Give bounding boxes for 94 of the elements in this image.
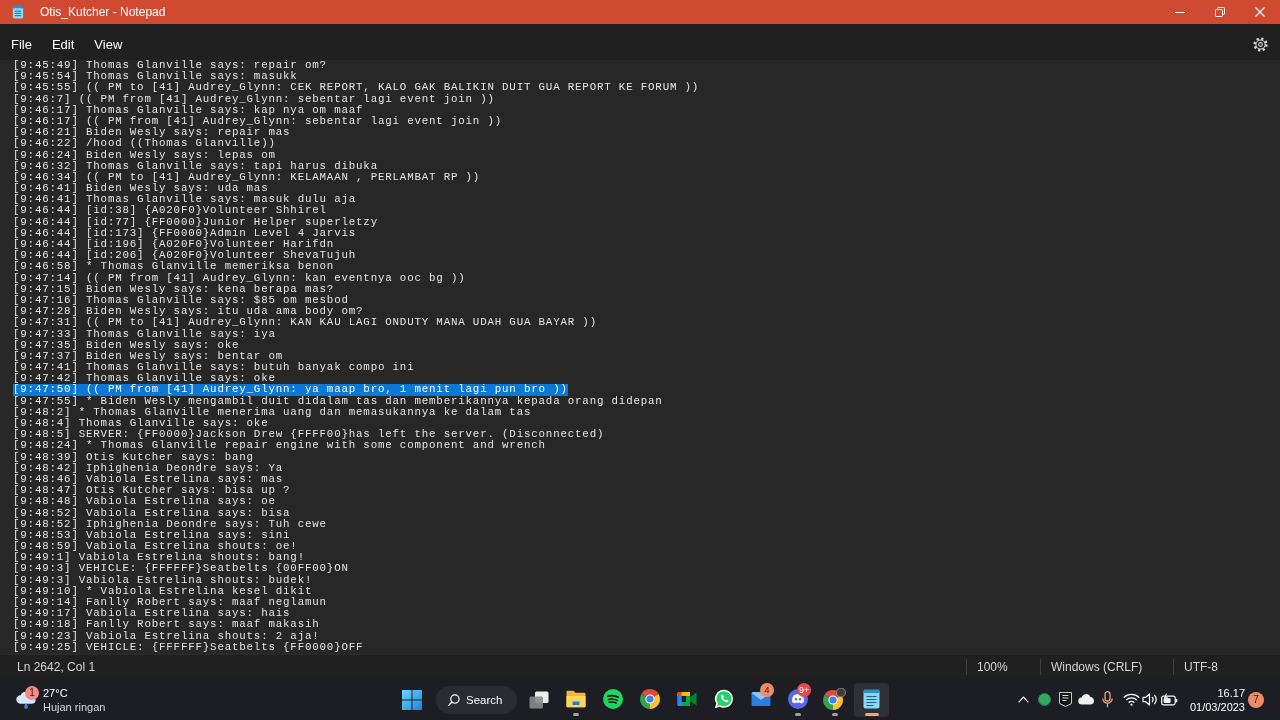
four-squares-icon	[402, 689, 422, 710]
text-line: [9:46:44] [id:206] {A020F0}Volunteer ShevaTujuh	[13, 250, 357, 262]
close-icon	[1255, 7, 1265, 17]
text-line: [9:46:44] [id:38] {A020F0}Volunteer Shhirel	[13, 205, 327, 217]
text-line: [9:47:14] (( PM from [41] Audrey_Glynn: kan eventnya ooc bg ))	[13, 272, 466, 284]
notepad-icon	[12, 5, 24, 19]
text-line: [9:49:3] Vabiola Estrelina shouts: budek!	[13, 574, 313, 586]
text-line: [9:46:44] [id:196] {A020F0}Volunteer Harifdn	[13, 239, 335, 251]
text-line: [9:47:33] Thomas Glanville says: iya	[13, 328, 276, 340]
search-button[interactable]: Search	[436, 685, 517, 714]
text-line: [9:48:5] SERVER: {FF0000}Jackson Drew {FFFF00}has left the server. (Disconnected)	[13, 429, 605, 441]
status-dot-icon[interactable]	[1038, 693, 1051, 706]
text-line: [9:46:17] Thomas Glanville says: kap nya om maaf	[13, 104, 364, 116]
text-line: [9:47:42] Thomas Glanville says: oke	[13, 373, 276, 385]
text-line: [9:46:44] [id:173] {FF0000}Admin Level 4 Jarvis	[13, 227, 357, 239]
text-line: [9:49:18] Fanlly Robert says: maaf makasih	[13, 619, 320, 631]
taskbar-app-button[interactable]: 4	[743, 682, 778, 717]
text-line: [9:48:4] Thomas Glanville says: oke	[13, 418, 269, 430]
text-line: [9:49:14] Fanlly Robert says: maaf neglamun	[13, 597, 327, 609]
text-line: [9:48:48] Vabiola Estrelina says: oe	[13, 496, 276, 508]
segmented-circle-avatar-icon	[823, 687, 846, 710]
battery-icon	[1160, 693, 1178, 706]
line-ending: Windows (CRLF)	[1051, 660, 1143, 674]
text-line: [9:48:2] * Thomas Glanville menerima uang dan memasukannya ke dalam tas	[13, 406, 532, 418]
notification-badge[interactable]: 7	[1248, 691, 1264, 708]
notepad-icon	[863, 688, 880, 709]
circle-arcs-icon	[602, 688, 623, 709]
text-line: [9:47:31] (( PM to [41] Audrey_Glynn: KAN KAU LAGI ONDUTY MANA UDAH GUA BAYAR ))	[13, 317, 597, 329]
wifi-icon	[1123, 693, 1141, 706]
text-line: [9:47:16] Thomas Glanville says: $85 om mesbod	[13, 294, 349, 307]
window-title: Otis_Kutcher - Notepad	[40, 5, 166, 19]
text-line: [9:48:52] Vabiola Estrelina says: bisa	[13, 507, 291, 519]
text-line: [9:49:23] Vabiola Estrelina shouts: 2 aja!	[13, 630, 320, 642]
text-line: [9:46:22] /hood ((Thomas Glanville))	[13, 138, 276, 150]
settings-icon	[1253, 36, 1268, 52]
text-line: [9:46:17] (( PM from [41] Audrey_Glynn: sebentar lagi event join ))	[13, 115, 503, 128]
text-line: [9:46:7] (( PM from [41] Audrey_Glynn: sebentar lagi event join ))	[13, 93, 495, 105]
segmented-circle-icon	[639, 688, 660, 709]
text-line: [9:49:25] VEHICLE: {FFFFFF}Seatbelts {FF0000}OFF	[13, 641, 364, 653]
taskbar-app-button[interactable]	[854, 682, 889, 717]
cloud-icon[interactable]	[1078, 694, 1095, 705]
menu-item[interactable]: Edit	[41, 32, 85, 56]
text-line: [9:49:3] VEHICLE: {FFFFFF}Seatbelts {00FF00}ON	[13, 563, 349, 575]
text-line: [9:47:37] Biden Wesly says: bentar om	[13, 350, 284, 363]
microphone-icon[interactable]	[1102, 691, 1113, 708]
text-line: [9:48:59] Vabiola Estrelina shouts: oe!	[13, 541, 298, 553]
zoom-level: 100%	[977, 660, 1008, 674]
folder-icon	[565, 689, 586, 708]
text-line: [9:46:24] Biden Wesly says: lepas om	[13, 149, 276, 161]
text-line: [9:47:35] Biden Wesly says: oke	[13, 339, 240, 351]
menu-item[interactable]: View	[84, 32, 133, 56]
overlapping-windows-icon	[529, 690, 549, 709]
text-line: [9:48:53] Vabiola Estrelina says: sini	[13, 529, 291, 542]
weather-widget[interactable]: 1 27°C Hujan ringan	[14, 685, 106, 714]
text-line: [9:46:21] Biden Wesly says: repair mas	[13, 127, 291, 139]
text-line: [9:45:49] Thomas Glanville says: repair om?	[13, 60, 327, 72]
search-icon	[448, 693, 460, 706]
text-line: [9:47:41] Thomas Glanville says: butuh banyak compo ini	[13, 362, 415, 374]
count-badge: 4	[760, 682, 774, 697]
shield-icon[interactable]	[1059, 692, 1072, 707]
text-line: [9:46:34] (( PM to [41] Audrey_Glynn: KELAMAAN , PERLAMBAT RP ))	[13, 171, 481, 184]
text-line: [9:48:46] Vabiola Estrelina says: mas	[13, 473, 284, 486]
text-encoding: UTF-8	[1184, 660, 1218, 674]
video-camera-icon	[676, 690, 697, 707]
menu-item[interactable]: File	[1, 32, 42, 56]
count-badge: 9+	[797, 682, 812, 697]
text-line: [9:45:55] (( PM to [41] Audrey_Glynn: CEK REPORT, KALO GAK BALIKIN DUIT GUA REPORT KE FORUM ))	[13, 82, 700, 94]
settings-button[interactable]	[1251, 34, 1270, 54]
text-line: [9:48:47] Otis Kutcher says: bisa up ?	[13, 485, 291, 497]
notification-badge: 1	[25, 685, 39, 700]
text-line: [9:48:52] Iphighenia Deondre says: Tuh cewe	[13, 518, 327, 530]
text-line: [9:46:44] [id:77] {FF0000}Junior Helper superletzy	[13, 216, 378, 228]
clock-button[interactable]: 16.17 01/03/2023	[1185, 685, 1245, 714]
phone-bubble-icon	[713, 688, 734, 709]
chevron-up-icon[interactable]	[1018, 696, 1029, 703]
minimize-icon	[1175, 11, 1185, 13]
text-line: [9:48:42] Iphighenia Deondre says: Ya	[13, 462, 284, 474]
text-line: [9:47:15] Biden Wesly says: kena berapa mas?	[13, 283, 335, 295]
text-line: [9:45:54] Thomas Glanville says: masukk	[13, 71, 298, 83]
taskbar-app-button[interactable]: 9+	[780, 682, 815, 717]
text-line: [9:46:41] Biden Wesly says: uda mas	[13, 183, 269, 195]
speaker-icon	[1142, 693, 1159, 706]
text-line: [9:49:1] Vabiola Estrelina shouts: bang!	[13, 552, 305, 564]
restore-icon	[1215, 7, 1225, 17]
text-line: [9:46:58] * Thomas Glanville memeriksa benon	[13, 261, 335, 273]
text-line: [9:47:28] Biden Wesly says: itu uda ama body om?	[13, 306, 364, 318]
text-line: [9:48:39] Otis Kutcher says: bang	[13, 451, 254, 463]
text-line: [9:47:55] * Biden Wesly mengambil duit didalam tas dan memberikannya kepada orang didepan	[13, 395, 663, 407]
cursor-position: Ln 2642, Col 1	[17, 660, 96, 674]
text-line: [9:46:41] Thomas Glanville says: masuk dulu aja	[13, 194, 357, 206]
text-line: [9:49:10] * Vabiola Estrelina kesel dikit	[13, 585, 313, 597]
text-line: [9:48:24] * Thomas Glanville repair engine with some component and wrench	[13, 440, 546, 452]
text-line: [9:46:32] Thomas Glanville says: tapi harus dibuka	[13, 160, 378, 172]
text-line: [9:49:17] Vabiola Estrelina says: hais	[13, 608, 291, 620]
